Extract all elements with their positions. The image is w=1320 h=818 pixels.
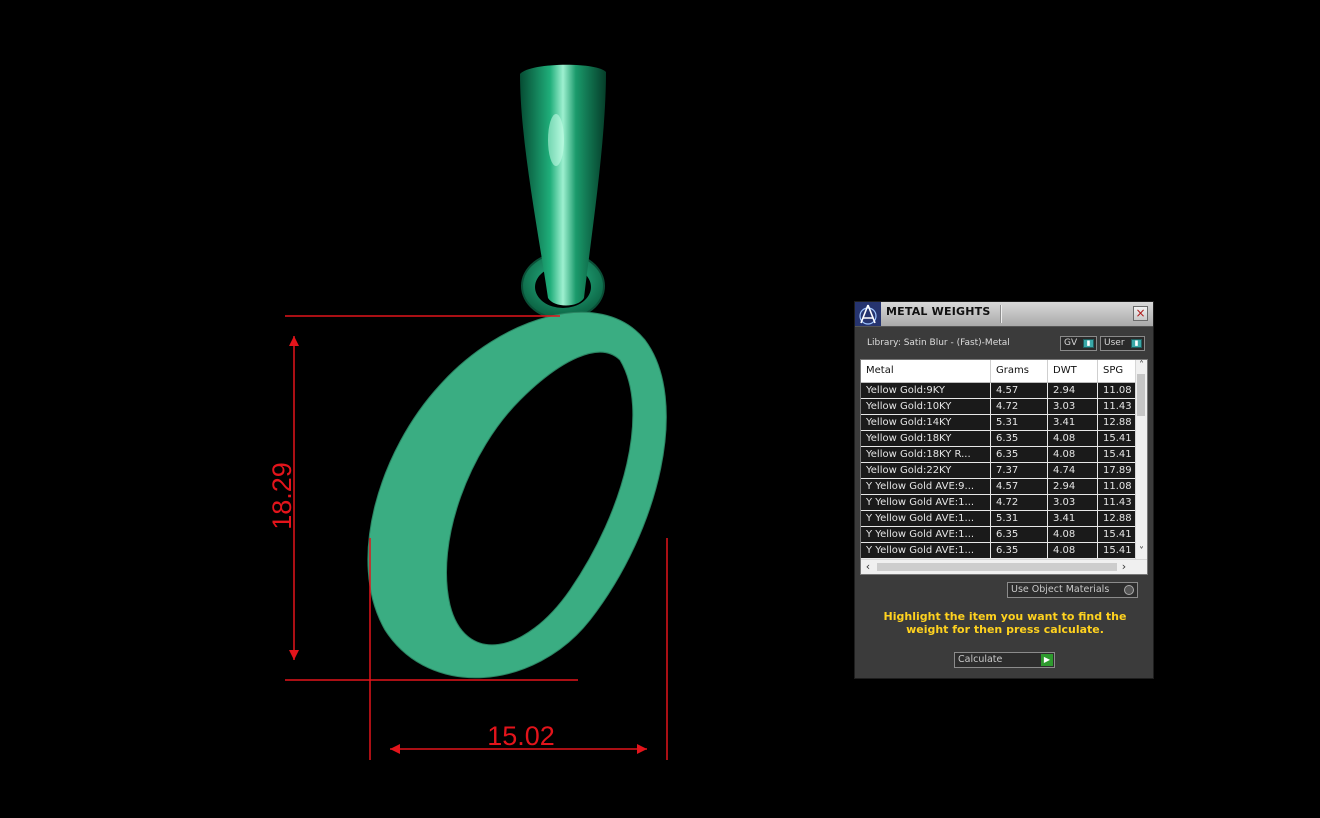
dwt-cell: 3.41 bbox=[1048, 415, 1098, 430]
metal-cell: Y Yellow Gold AVE:1... bbox=[861, 543, 991, 558]
metal-cell: Yellow Gold:9KY bbox=[861, 383, 991, 398]
table-row[interactable]: Y Yellow Gold AVE:1... 6.35 4.08 15.41 bbox=[861, 543, 1137, 559]
dwt-cell: 3.41 bbox=[1048, 511, 1098, 526]
metal-weights-panel: METAL WEIGHTS × Library: Satin Blur - (F… bbox=[854, 301, 1154, 679]
metal-cell: Yellow Gold:10KY bbox=[861, 399, 991, 414]
dwt-cell: 2.94 bbox=[1048, 383, 1098, 398]
grams-cell: 4.57 bbox=[991, 479, 1048, 494]
metal-cell: Yellow Gold:18KY R... bbox=[861, 447, 991, 462]
metal-cell: Yellow Gold:18KY bbox=[861, 431, 991, 446]
user-toggle[interactable]: User ▮ bbox=[1100, 336, 1145, 351]
grams-cell: 6.35 bbox=[991, 527, 1048, 542]
metal-weights-logo-icon bbox=[855, 302, 881, 326]
grams-cell: 6.35 bbox=[991, 431, 1048, 446]
dwt-cell: 4.08 bbox=[1048, 527, 1098, 542]
use-object-materials-checkbox[interactable]: Use Object Materials bbox=[1007, 582, 1138, 598]
scroll-up-icon[interactable]: ˄ bbox=[1136, 360, 1147, 372]
column-header-dwt[interactable]: DWT bbox=[1048, 360, 1098, 382]
scroll-right-icon[interactable]: › bbox=[1117, 560, 1131, 574]
table-body: Yellow Gold:9KY 4.57 2.94 11.08 Yellow G… bbox=[861, 383, 1137, 559]
grams-cell: 7.37 bbox=[991, 463, 1048, 478]
dwt-cell: 3.03 bbox=[1048, 399, 1098, 414]
user-toggle-label: User bbox=[1104, 338, 1125, 348]
table-row[interactable]: Yellow Gold:9KY 4.57 2.94 11.08 bbox=[861, 383, 1137, 399]
horizontal-scrollbar[interactable]: ‹ › bbox=[861, 559, 1147, 574]
table-row[interactable]: Y Yellow Gold AVE:1... 5.31 3.41 12.88 bbox=[861, 511, 1137, 527]
grams-cell: 4.72 bbox=[991, 399, 1048, 414]
panel-titlebar[interactable]: METAL WEIGHTS × bbox=[855, 302, 1153, 327]
height-dimension-label: 18.29 bbox=[267, 462, 297, 530]
title-divider bbox=[1000, 305, 1001, 323]
close-button[interactable]: × bbox=[1133, 306, 1148, 321]
dwt-cell: 4.74 bbox=[1048, 463, 1098, 478]
table-row[interactable]: Y Yellow Gold AVE:9... 4.57 2.94 11.08 bbox=[861, 479, 1137, 495]
calculate-label: Calculate bbox=[958, 654, 1003, 665]
dwt-cell: 2.94 bbox=[1048, 479, 1098, 494]
grams-cell: 6.35 bbox=[991, 447, 1048, 462]
instruction-text: Highlight the item you want to find the … bbox=[883, 610, 1127, 636]
column-header-grams[interactable]: Grams bbox=[991, 360, 1048, 382]
metal-cell: Y Yellow Gold AVE:1... bbox=[861, 527, 991, 542]
calculate-button[interactable]: Calculate ▶ bbox=[954, 652, 1055, 668]
table-row[interactable]: Yellow Gold:14KY 5.31 3.41 12.88 bbox=[861, 415, 1137, 431]
letter-o-pendant[interactable] bbox=[367, 311, 667, 679]
grams-cell: 4.57 bbox=[991, 383, 1048, 398]
width-dimension-label: 15.02 bbox=[487, 721, 555, 751]
dwt-cell: 4.08 bbox=[1048, 447, 1098, 462]
gv-toggle-label: GV bbox=[1064, 338, 1078, 348]
table-row[interactable]: Yellow Gold:22KY 7.37 4.74 17.89 bbox=[861, 463, 1137, 479]
library-label: Library: Satin Blur - (Fast)-Metal bbox=[867, 338, 1010, 348]
dwt-cell: 4.08 bbox=[1048, 431, 1098, 446]
radio-indicator-icon bbox=[1124, 585, 1134, 595]
grams-cell: 6.35 bbox=[991, 543, 1048, 558]
table-row[interactable]: Yellow Gold:18KY R... 6.35 4.08 15.41 bbox=[861, 447, 1137, 463]
table-row[interactable]: Y Yellow Gold AVE:1... 6.35 4.08 15.41 bbox=[861, 527, 1137, 543]
table-row[interactable]: Y Yellow Gold AVE:1... 4.72 3.03 11.43 bbox=[861, 495, 1137, 511]
gv-toggle[interactable]: GV ▮ bbox=[1060, 336, 1097, 351]
table-header: Metal Grams DWT SPG bbox=[861, 360, 1137, 383]
vertical-scrollbar[interactable]: ˄ ˅ bbox=[1135, 360, 1147, 560]
table-row[interactable]: Yellow Gold:18KY 6.35 4.08 15.41 bbox=[861, 431, 1137, 447]
vertical-scroll-thumb[interactable] bbox=[1137, 374, 1145, 416]
use-object-materials-label: Use Object Materials bbox=[1011, 584, 1110, 595]
column-header-metal[interactable]: Metal bbox=[861, 360, 991, 382]
toggle-knob-icon: ▮ bbox=[1131, 339, 1142, 348]
metal-table[interactable]: Metal Grams DWT SPG Yellow Gold:9KY 4.57… bbox=[860, 359, 1148, 575]
metal-cell: Y Yellow Gold AVE:9... bbox=[861, 479, 991, 494]
metal-cell: Yellow Gold:14KY bbox=[861, 415, 991, 430]
grams-cell: 4.72 bbox=[991, 495, 1048, 510]
table-row[interactable]: Yellow Gold:10KY 4.72 3.03 11.43 bbox=[861, 399, 1137, 415]
horizontal-scroll-thumb[interactable] bbox=[877, 563, 1117, 571]
dwt-cell: 3.03 bbox=[1048, 495, 1098, 510]
scroll-down-icon[interactable]: ˅ bbox=[1136, 546, 1147, 558]
toggle-knob-icon: ▮ bbox=[1083, 339, 1094, 348]
grams-cell: 5.31 bbox=[991, 415, 1048, 430]
dwt-cell: 4.08 bbox=[1048, 543, 1098, 558]
close-icon: × bbox=[1135, 306, 1146, 320]
panel-title: METAL WEIGHTS bbox=[886, 305, 991, 318]
play-icon: ▶ bbox=[1041, 654, 1053, 666]
metal-cell: Y Yellow Gold AVE:1... bbox=[861, 495, 991, 510]
metal-cell: Y Yellow Gold AVE:1... bbox=[861, 511, 991, 526]
grams-cell: 5.31 bbox=[991, 511, 1048, 526]
scroll-left-icon[interactable]: ‹ bbox=[861, 560, 875, 574]
bail-highlight bbox=[548, 114, 564, 166]
metal-cell: Yellow Gold:22KY bbox=[861, 463, 991, 478]
